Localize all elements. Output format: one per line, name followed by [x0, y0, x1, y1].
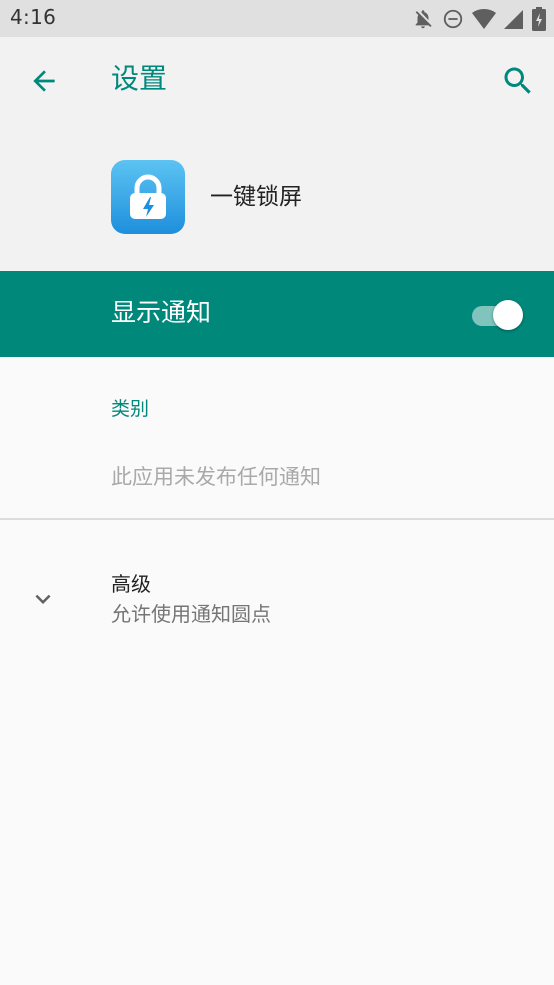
search-icon[interactable]	[500, 63, 536, 99]
chevron-down-icon	[28, 584, 58, 614]
switch-thumb	[493, 300, 523, 330]
show-notifications-switch[interactable]	[472, 298, 526, 330]
notifications-off-icon	[412, 8, 434, 30]
do-not-disturb-icon	[442, 8, 464, 30]
app-name: 一键锁屏	[210, 184, 302, 210]
categories-header: 类别	[111, 398, 150, 420]
show-notifications-label: 显示通知	[111, 298, 212, 327]
advanced-title: 高级	[111, 572, 151, 596]
divider	[0, 518, 554, 520]
page-title: 设置	[111, 62, 168, 95]
lock-icon	[111, 174, 185, 238]
advanced-row[interactable]: 高级 允许使用通知圆点	[0, 560, 554, 640]
app-icon	[111, 160, 185, 234]
arrow-back-icon[interactable]	[28, 65, 60, 97]
status-icons	[412, 6, 546, 32]
app-bar: 设置	[0, 37, 554, 125]
show-notifications-row[interactable]: 显示通知	[0, 271, 554, 357]
categories-empty-text: 此应用未发布任何通知	[111, 465, 321, 489]
status-time: 4:16	[10, 5, 57, 29]
cell-signal-icon	[504, 8, 524, 30]
wifi-icon	[472, 8, 496, 30]
advanced-summary: 允许使用通知圆点	[111, 602, 271, 626]
app-header: 一键锁屏	[0, 125, 554, 271]
status-bar: 4:16	[0, 0, 554, 37]
battery-charging-icon	[532, 7, 546, 31]
